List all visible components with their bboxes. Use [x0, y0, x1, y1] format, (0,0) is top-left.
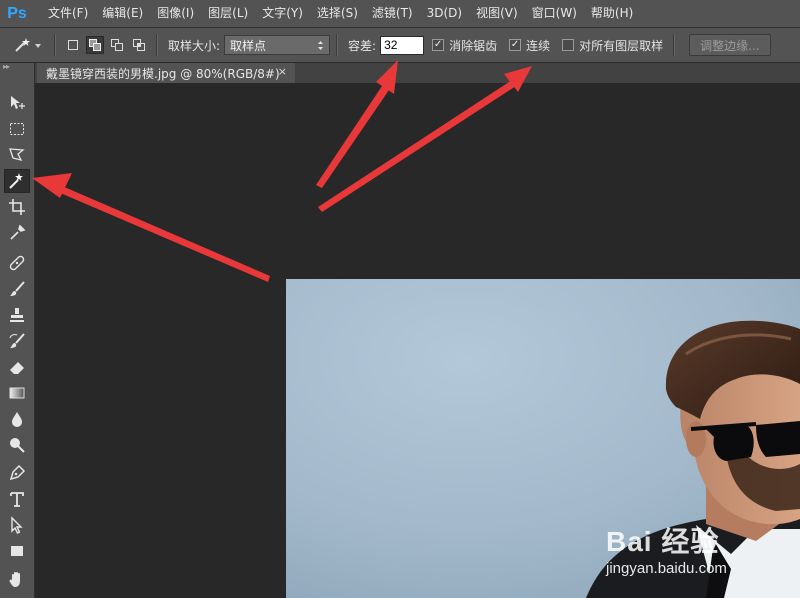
history-brush-tool[interactable]: [4, 329, 30, 353]
crop-tool[interactable]: [4, 195, 30, 219]
gradient-tool[interactable]: [4, 381, 30, 405]
rectangle-shape-icon: [11, 546, 23, 556]
tolerance-input[interactable]: [380, 35, 425, 55]
dodge-icon: [10, 438, 25, 453]
baidu-jingyan-watermark: Bai 经验 jingyan.baidu.com: [606, 520, 727, 577]
anti-alias-checkbox[interactable]: ✓: [432, 39, 445, 51]
watermark-url: jingyan.baidu.com: [606, 560, 727, 577]
sample-size-select[interactable]: 取样点: [224, 35, 331, 55]
menu-3d[interactable]: 3D(D): [420, 0, 469, 27]
anti-alias-label: 消除锯齿: [449, 38, 498, 53]
separator: [156, 34, 158, 56]
type-icon: [10, 492, 24, 507]
sample-size-label: 取样大小:: [168, 38, 221, 53]
brush-icon: [10, 281, 25, 296]
healing-brush-icon: [9, 255, 25, 271]
crop-icon: [9, 199, 25, 215]
menu-image[interactable]: 图像(I): [150, 0, 201, 27]
separator: [336, 34, 339, 56]
sample-all-layers-label: 对所有图层取样: [579, 38, 664, 53]
menu-select[interactable]: 选择(S): [310, 0, 365, 27]
hand-tool[interactable]: [4, 567, 30, 591]
magic-wand-icon: [9, 173, 23, 189]
separator: [673, 34, 676, 56]
document-tab-strip: 戴墨镜穿西装的男模.jpg @ 80%(RGB/8#) ×: [35, 63, 800, 83]
menu-layer[interactable]: 图层(L): [201, 0, 255, 27]
menu-file[interactable]: 文件(F): [41, 0, 95, 27]
eyedropper-icon: [10, 224, 26, 240]
pen-icon: [9, 464, 26, 481]
healing-brush-tool[interactable]: [4, 251, 30, 275]
move-tool[interactable]: [4, 91, 30, 115]
shape-tool[interactable]: [4, 539, 30, 563]
magic-wand-icon: [15, 38, 41, 52]
panel-collapse-icon[interactable]: ▸▸: [0, 63, 34, 71]
add-to-selection-button[interactable]: [86, 36, 104, 54]
history-brush-icon: [9, 333, 25, 348]
subtract-selection-button[interactable]: [108, 36, 126, 54]
hand-icon: [9, 572, 20, 587]
marquee-tool[interactable]: [4, 117, 30, 141]
tools-panel: ▸▸: [0, 63, 35, 598]
options-bar: 取样大小: 取样点 容差: ✓ 消除锯齿 ✓ 连续 对所有图层取样 调整边缘..…: [0, 28, 800, 63]
document-tab[interactable]: 戴墨镜穿西装的男模.jpg @ 80%(RGB/8#) ×: [37, 63, 295, 83]
gradient-icon: [9, 387, 25, 399]
rectangular-marquee-icon: [10, 123, 24, 135]
separator: [54, 34, 56, 56]
lasso-tool[interactable]: [4, 143, 30, 167]
sample-all-layers-checkbox[interactable]: [562, 39, 575, 51]
blur-icon: [12, 412, 22, 427]
clone-stamp-tool[interactable]: [4, 303, 30, 327]
document-tab-title: 戴墨镜穿西装的男模.jpg @ 80%(RGB/8#): [46, 66, 280, 81]
photo-man-sunglasses-suit: [286, 279, 800, 598]
close-icon[interactable]: ×: [278, 65, 287, 78]
clone-stamp-icon: [10, 308, 24, 322]
watermark-brand: Bai 经验: [606, 526, 720, 557]
eraser-tool[interactable]: [4, 355, 30, 379]
polygonal-lasso-icon: [9, 148, 25, 161]
app-logo: Ps: [7, 4, 27, 22]
intersect-selection-icon: [133, 39, 145, 51]
blur-tool[interactable]: [4, 407, 30, 431]
contiguous-label: 连续: [526, 38, 551, 53]
menu-help[interactable]: 帮助(H): [584, 0, 640, 27]
contiguous-checkbox[interactable]: ✓: [509, 39, 522, 51]
tolerance-label: 容差:: [348, 38, 377, 53]
menu-window[interactable]: 窗口(W): [525, 0, 584, 27]
type-tool[interactable]: [4, 487, 30, 511]
add-selection-icon: [89, 39, 101, 51]
dodge-tool[interactable]: [4, 433, 30, 457]
magic-wand-tool[interactable]: [4, 169, 30, 193]
menu-filter[interactable]: 滤镜(T): [365, 0, 420, 27]
pen-tool[interactable]: [4, 461, 30, 485]
sample-size-value: 取样点: [230, 38, 267, 53]
document-canvas[interactable]: [286, 279, 800, 598]
tool-preset-picker[interactable]: [10, 36, 46, 54]
move-tool-icon: [11, 96, 25, 109]
path-selection-tool[interactable]: [4, 513, 30, 537]
path-selection-icon: [11, 516, 23, 534]
menu-bar: Ps 文件(F) 编辑(E) 图像(I) 图层(L) 文字(Y) 选择(S) 滤…: [0, 0, 800, 28]
new-selection-button[interactable]: [64, 36, 82, 54]
brush-tool[interactable]: [4, 277, 30, 301]
eraser-icon: [10, 362, 24, 374]
menu-type[interactable]: 文字(Y): [255, 0, 310, 27]
new-selection-icon: [68, 40, 78, 50]
menu-view[interactable]: 视图(V): [469, 0, 525, 27]
subtract-selection-icon: [111, 39, 123, 51]
menu-edit[interactable]: 编辑(E): [95, 0, 150, 27]
select-arrows-icon: [318, 40, 324, 50]
eyedropper-tool[interactable]: [4, 221, 30, 245]
refine-edge-button[interactable]: 调整边缘...: [689, 34, 771, 56]
intersect-selection-button[interactable]: [130, 36, 148, 54]
